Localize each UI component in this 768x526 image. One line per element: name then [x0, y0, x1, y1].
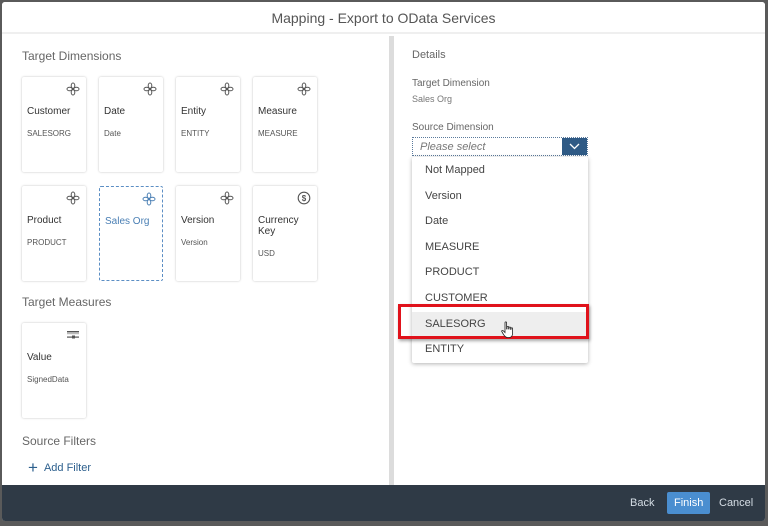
card-name: Product [27, 215, 62, 226]
dimension-icon [220, 82, 234, 96]
dropdown-option-not-mapped[interactable]: Not Mapped [412, 158, 588, 183]
measure-card-value[interactable]: Value SignedData [22, 323, 86, 418]
dimension-icon [143, 82, 157, 96]
card-name: Date [104, 106, 126, 117]
dropdown-option-entity[interactable]: ENTITY [412, 337, 588, 362]
dimension-card-measure[interactable]: Measure MEASURE [253, 77, 317, 172]
measure-icon [66, 328, 80, 342]
dropdown-option-salesorg[interactable]: SALESORG [412, 311, 588, 337]
card-name: Value [27, 352, 52, 363]
details-pane: Details Target Dimension Sales Org Sourc… [394, 36, 765, 485]
card-name: Customer [27, 106, 71, 117]
dimension-icon [66, 191, 80, 205]
dialog-title: Mapping - Export to OData Services [271, 10, 496, 26]
dimension-card-version[interactable]: Version Version [176, 186, 240, 281]
target-measures-title: Target Measures [22, 295, 112, 309]
target-dimensions-title: Target Dimensions [22, 49, 122, 63]
card-mapped-value: SignedData [27, 375, 69, 384]
dropdown-option-customer[interactable]: CUSTOMER [412, 286, 588, 311]
card-mapped-value: MEASURE [258, 129, 298, 138]
dimension-card-date[interactable]: Date Date [99, 77, 163, 172]
card-mapped-value: SALESORG [27, 129, 72, 138]
dialog-footer: Back Finish Cancel [2, 485, 765, 521]
cancel-button[interactable]: Cancel [713, 492, 759, 514]
svg-text:$: $ [302, 194, 307, 203]
card-mapped-value: ENTITY [181, 129, 210, 138]
mapping-dialog: Mapping - Export to OData Services Targe… [2, 2, 765, 521]
dropdown-option-measure[interactable]: MEASURE [412, 235, 588, 260]
dimension-icon [142, 192, 156, 206]
dimension-card-currency-key[interactable]: $ Currency Key USD [253, 186, 317, 281]
dimension-card-product[interactable]: Product PRODUCT [22, 186, 86, 281]
target-dimension-value: Sales Org [412, 94, 453, 104]
left-pane: Target Dimensions Customer SALESORG Date Da… [2, 36, 389, 485]
target-dimension-label: Target Dimension [412, 78, 490, 89]
back-button[interactable]: Back [624, 492, 660, 514]
dropdown-option-version[interactable]: Version [412, 184, 588, 209]
currency-icon: $ [297, 191, 311, 205]
dimension-icon [297, 82, 311, 96]
card-mapped-value: Date [104, 129, 121, 138]
select-placeholder: Please select [420, 141, 486, 153]
card-mapped-value: PRODUCT [27, 238, 67, 247]
dropdown-option-date[interactable]: Date [412, 209, 588, 234]
hand-cursor-icon [501, 321, 513, 338]
add-filter-button[interactable]: + Add Filter [28, 458, 92, 477]
card-mapped-value: USD [258, 249, 275, 258]
dimension-card-sales-org[interactable]: Sales Org [99, 186, 163, 281]
finish-button[interactable]: Finish [667, 492, 711, 514]
dimension-icon [220, 191, 234, 205]
dimension-card-customer[interactable]: Customer SALESORG [22, 77, 86, 172]
card-name: Measure [258, 106, 297, 117]
dimension-icon [66, 82, 80, 96]
dropdown-option-product[interactable]: PRODUCT [412, 260, 588, 285]
add-filter-label: Add Filter [43, 462, 92, 474]
plus-icon: + [28, 458, 38, 477]
card-name: Currency Key [258, 215, 299, 237]
card-name: Sales Org [105, 216, 150, 227]
dimension-card-entity[interactable]: Entity ENTITY [176, 77, 240, 172]
details-title: Details [412, 49, 446, 61]
card-name: Version [181, 215, 215, 226]
source-dimension-dropdown: Not Mapped Version Date MEASURE PRODUCT CUSTO… [412, 157, 588, 363]
source-dimension-select[interactable]: Please select [412, 137, 588, 156]
source-dimension-label: Source Dimension [412, 122, 494, 133]
dialog-header: Mapping - Export to OData Services [2, 2, 765, 34]
chevron-down-icon[interactable] [562, 138, 587, 155]
card-mapped-value: Version [181, 238, 208, 247]
card-name: Entity [181, 106, 207, 117]
source-filters-title: Source Filters [22, 434, 97, 448]
